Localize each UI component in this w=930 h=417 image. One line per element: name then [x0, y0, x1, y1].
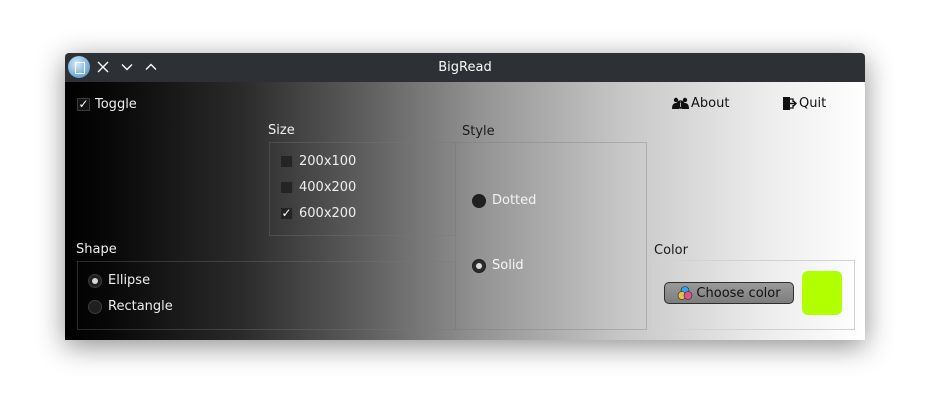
shape-ellipse-label: Ellipse [108, 273, 151, 288]
choose-color-label: Choose color [696, 285, 781, 301]
quit-icon [783, 97, 797, 110]
style-group [455, 142, 647, 330]
minimize-icon[interactable] [117, 57, 137, 77]
shape-ellipse-radio[interactable] [88, 274, 102, 288]
size-400x200-label: 400x200 [299, 180, 357, 195]
shape-rectangle-radio[interactable] [88, 300, 102, 314]
quit-button[interactable]: Quit [782, 96, 826, 111]
size-200x100-label: 200x100 [299, 154, 357, 169]
color-swatch [802, 271, 842, 315]
about-button[interactable]: i About [672, 96, 729, 111]
toggle-checkbox[interactable]: ✓ [77, 98, 90, 111]
style-solid-label: Solid [492, 258, 524, 273]
size-400x200-checkbox[interactable] [280, 181, 293, 194]
toggle-label: Toggle [95, 97, 137, 112]
size-group-title: Size [268, 123, 295, 138]
style-dotted-radio[interactable] [472, 194, 486, 208]
choose-color-button[interactable]: Choose color [664, 282, 794, 304]
color-palette-icon [678, 286, 693, 300]
window-title: BigRead [438, 60, 492, 75]
size-600x200-checkbox[interactable]: ✓ [280, 207, 293, 220]
about-label: About [691, 96, 730, 111]
quit-label: Quit [799, 96, 827, 111]
size-200x100-checkbox[interactable] [280, 155, 293, 168]
app-icon[interactable] [68, 56, 90, 78]
style-group-title: Style [462, 124, 495, 139]
shape-rectangle-label: Rectangle [108, 299, 173, 314]
shape-group-title: Shape [76, 242, 117, 257]
size-600x200-label: 600x200 [299, 206, 357, 221]
shape-group [77, 261, 456, 330]
svg-text:i: i [680, 101, 682, 109]
about-icon: i [672, 97, 689, 109]
main-content: ✓ Toggle i About Quit Size 200x100 400x2… [65, 82, 865, 340]
titlebar[interactable]: BigRead [65, 53, 865, 82]
size-group [269, 142, 456, 236]
close-icon[interactable] [93, 57, 113, 77]
color-group-title: Color [654, 243, 688, 258]
maximize-icon[interactable] [141, 57, 161, 77]
app-window: BigRead ✓ Toggle i About Quit Size 200x1… [65, 53, 865, 340]
style-solid-radio[interactable] [472, 259, 486, 273]
style-dotted-label: Dotted [492, 193, 537, 208]
